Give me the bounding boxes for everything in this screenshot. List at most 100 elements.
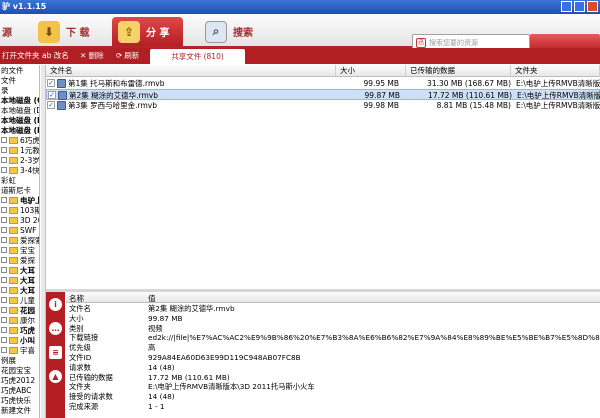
close-button[interactable] <box>587 1 598 12</box>
sidebar-item[interactable]: 例展 <box>0 355 39 365</box>
sidebar-item[interactable]: SWF <box>0 225 39 235</box>
sidebar-item[interactable]: 电驴上传 <box>0 195 39 205</box>
tab-share-label: 分 享 <box>146 28 170 39</box>
sidebar-item-label: 宇喜 <box>20 345 35 355</box>
table-row[interactable]: ✓ 第2集 糊涂的艾德华.rmvb 99.87 MB 17.72 MB (110.61… <box>46 89 600 100</box>
sidebar-item[interactable]: 花园宝宝 <box>0 365 39 375</box>
tab-resources[interactable]: 源 <box>0 17 12 46</box>
file-name: 第1集 托马斯和布雷德.rmvb <box>68 79 165 88</box>
expand-icon[interactable] <box>1 347 7 353</box>
minimize-button[interactable] <box>561 1 572 12</box>
expand-icon[interactable] <box>1 167 7 173</box>
sidebar-item-label: 3D 20 <box>20 215 39 225</box>
share-icon: ⇪ <box>118 20 140 43</box>
transferred-data: 31.30 MB (168.67 MB) <box>427 79 511 88</box>
info-icon[interactable]: i <box>49 298 62 311</box>
upload-icon[interactable]: ▲ <box>49 370 62 383</box>
property-row: 已传输的数据 17.72 MB (110.61 MB) <box>66 373 600 382</box>
sidebar-item[interactable]: 小叫 <box>0 335 39 345</box>
sidebar-item[interactable]: 巧虎 <box>0 325 39 335</box>
expand-icon[interactable] <box>1 207 7 213</box>
sidebar-item[interactable]: 新建文件 <box>0 405 39 415</box>
sidebar-item[interactable]: 宝宝 <box>0 245 39 255</box>
expand-icon[interactable] <box>1 217 7 223</box>
table-row[interactable]: ✓ 第3集 罗西与哈里金.rmvb 99.98 MB 8.81 MB (15.48 M… <box>46 100 600 111</box>
sidebar-item[interactable]: 道斯尼卡 <box>0 185 39 195</box>
delete-button[interactable]: ✕ 删除 <box>80 50 104 61</box>
open-folder-button[interactable]: 打开文件夹 <box>2 50 40 61</box>
sidebar-item[interactable]: 彩虹 <box>0 175 39 185</box>
table-row[interactable]: ✓ 第1集 托马斯和布雷德.rmvb 99.95 MB 31.30 MB (168.6… <box>46 78 600 89</box>
tab-download[interactable]: ⬇ 下 载 <box>38 17 89 46</box>
sidebar-item[interactable]: 巧虎快乐 <box>0 395 39 405</box>
sidebar-item[interactable]: 宇喜 <box>0 345 39 355</box>
list-icon[interactable]: ≡ <box>49 346 62 359</box>
video-file-icon <box>58 91 67 100</box>
expand-icon[interactable] <box>1 317 7 323</box>
column-property-value: 值 <box>148 294 156 303</box>
sidebar-item[interactable]: 康尔 <box>0 315 39 325</box>
property-row: 优先级 高 <box>66 343 600 352</box>
expand-icon[interactable] <box>1 197 7 203</box>
column-folder[interactable]: 文件夹 <box>511 65 600 77</box>
property-name: 文件名 <box>69 304 91 313</box>
expand-icon[interactable] <box>1 257 7 263</box>
sidebar-item[interactable]: 花园 <box>0 305 39 315</box>
sidebar-item[interactable]: 大耳 <box>0 275 39 285</box>
sidebar-item[interactable]: 本地磁盘 (Di <box>0 105 39 115</box>
search-placeholder: 搜索您要的资源 <box>429 39 478 47</box>
property-value: ed2k://|file|%E7%AC%AC2%E9%9B%86%20%E7%B… <box>148 333 600 343</box>
chat-icon[interactable]: … <box>49 322 62 335</box>
expand-icon[interactable] <box>1 337 7 343</box>
sidebar-item[interactable]: 大耳 <box>0 285 39 295</box>
sidebar-item[interactable]: 儿童 <box>0 295 39 305</box>
expand-icon[interactable] <box>1 247 7 253</box>
expand-icon[interactable] <box>1 137 7 143</box>
checkbox[interactable]: ✓ <box>48 91 56 99</box>
checkbox[interactable]: ✓ <box>47 101 55 109</box>
sidebar-item[interactable]: 2-3岁动 <box>0 155 39 165</box>
maximize-button[interactable] <box>574 1 585 12</box>
expand-icon[interactable] <box>1 297 7 303</box>
expand-icon[interactable] <box>1 157 7 163</box>
property-name: 大小 <box>69 313 84 323</box>
property-row: 完成来源 1 - 1 <box>66 402 600 411</box>
sidebar-item[interactable]: 本地磁盘 (I: <box>0 125 39 135</box>
sidebar-item[interactable]: 大耳 <box>0 265 39 275</box>
sidebar-item[interactable]: 爱探 <box>0 255 39 265</box>
tab-share[interactable]: ⇪ 分 享 <box>112 17 184 46</box>
refresh-button[interactable]: ⟳ 刷新 <box>116 50 139 61</box>
rename-button[interactable]: ab 改名 <box>42 50 69 61</box>
expand-icon[interactable] <box>1 237 7 243</box>
sidebar-item[interactable]: 本地磁盘 (E: <box>0 115 39 125</box>
sidebar-item[interactable]: 1元教程 <box>0 145 39 155</box>
expand-icon[interactable] <box>1 287 7 293</box>
property-value: 高 <box>148 343 156 353</box>
expand-icon[interactable] <box>1 307 7 313</box>
sidebar-item[interactable]: 文件 <box>0 75 39 85</box>
column-name[interactable]: 文件名 <box>46 65 336 77</box>
tab-search[interactable]: ⌕ 搜索 <box>205 17 253 46</box>
expand-icon[interactable] <box>1 267 7 273</box>
folder-icon <box>9 256 18 264</box>
sidebar-item[interactable]: 本地磁盘 (C: <box>0 95 39 105</box>
sidebar-item[interactable]: 巧虎2012 <box>0 375 39 385</box>
sidebar-item[interactable]: 3-4快乐 <box>0 165 39 175</box>
sidebar-item[interactable]: 爱探索 <box>0 235 39 245</box>
column-size[interactable]: 大小 <box>336 65 406 77</box>
checkbox[interactable]: ✓ <box>47 79 55 87</box>
sidebar-item[interactable]: 巧虎ABC <box>0 385 39 395</box>
sidebar-item[interactable]: 3D 20 <box>0 215 39 225</box>
sidebar-item[interactable]: 103期 <box>0 205 39 215</box>
expand-icon[interactable] <box>1 147 7 153</box>
expand-icon[interactable] <box>1 327 7 333</box>
folder-tree[interactable]: 的文件文件录本地磁盘 (C:本地磁盘 (Di本地磁盘 (E:本地磁盘 (I:6巧… <box>0 65 40 418</box>
tab-shared-files[interactable]: 共享文件 (810) <box>150 49 245 64</box>
property-name: 完成来源 <box>69 402 99 411</box>
column-transferred[interactable]: 已传输的数据 <box>406 65 511 77</box>
expand-icon[interactable] <box>1 227 7 233</box>
expand-icon[interactable] <box>1 277 7 283</box>
sidebar-item[interactable]: 录 <box>0 85 39 95</box>
sidebar-item[interactable]: 的文件 <box>0 65 39 75</box>
sidebar-item[interactable]: 6巧虎之 <box>0 135 39 145</box>
